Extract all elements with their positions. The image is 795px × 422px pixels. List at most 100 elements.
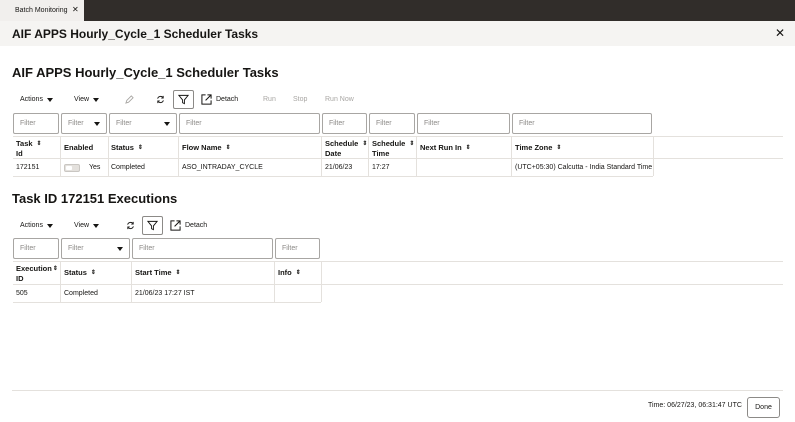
executions-filter-toggle[interactable] xyxy=(142,216,163,235)
filter-execution-status[interactable]: Filter xyxy=(61,238,130,259)
col-header-label: Next Run In xyxy=(420,143,462,152)
tab-strip: Batch Monitoring ✕ xyxy=(0,0,795,21)
filter-info[interactable]: Filter xyxy=(275,238,320,259)
filter-schedule-time[interactable]: Filter xyxy=(369,113,415,134)
chevron-down-icon xyxy=(46,97,53,102)
filter-task-id[interactable]: Filter xyxy=(13,113,59,134)
filter-placeholder: Filter xyxy=(68,245,84,252)
executions-refresh-button[interactable] xyxy=(126,221,135,230)
col-header-schedule-time[interactable]: Schedule ⇕ Time xyxy=(372,139,414,158)
executions-section-title: Task ID 172151 Executions xyxy=(12,191,178,206)
chevron-down-icon xyxy=(93,97,100,102)
col-header-next-run-in[interactable]: Next Run In ⇕ xyxy=(420,143,471,153)
col-header-label: Status xyxy=(64,268,87,277)
run-now-button[interactable]: Run Now xyxy=(325,96,354,103)
cell-execution-status: Completed xyxy=(64,290,98,297)
tab-batch-monitoring[interactable]: Batch Monitoring ✕ xyxy=(0,0,84,21)
filter-status[interactable]: Filter xyxy=(109,113,177,134)
col-header-start-time[interactable]: Start Time ⇕ xyxy=(135,268,181,278)
col-header-enabled[interactable]: Enabled xyxy=(64,143,93,152)
col-divider xyxy=(368,136,369,176)
dialog-header: AIF APPS Hourly_Cycle_1 Scheduler Tasks … xyxy=(0,21,795,46)
filter-enabled[interactable]: Filter xyxy=(61,113,107,134)
filter-icon xyxy=(147,220,158,231)
cell-schedule-date: 21/06/23 xyxy=(325,164,353,171)
tasks-filter-toggle[interactable] xyxy=(173,90,194,109)
col-header-line: ID xyxy=(16,273,24,283)
detach-icon xyxy=(170,220,181,231)
col-divider xyxy=(274,261,275,302)
col-header-execution-status[interactable]: Status ⇕ xyxy=(64,268,96,278)
sort-icon: ⇕ xyxy=(175,269,181,276)
filter-placeholder: Filter xyxy=(424,120,440,127)
col-header-label: Start Time xyxy=(135,268,172,277)
col-divider xyxy=(131,261,132,302)
detach-icon xyxy=(201,94,212,105)
divider xyxy=(13,284,783,285)
done-button[interactable]: Done xyxy=(747,397,780,418)
filter-placeholder: Filter xyxy=(139,245,155,252)
sort-icon: ⇕ xyxy=(362,140,368,147)
cell-enabled: Yes xyxy=(89,164,101,171)
col-header-line: Schedule xyxy=(372,139,406,148)
refresh-icon xyxy=(157,95,164,104)
col-header-flow-name[interactable]: Flow Name ⇕ xyxy=(182,143,231,153)
filter-next-run-in[interactable]: Filter xyxy=(417,113,510,134)
close-dialog-icon[interactable]: ✕ xyxy=(775,27,785,39)
view-label: View xyxy=(74,222,90,229)
col-header-time-zone[interactable]: Time Zone ⇕ xyxy=(515,143,561,153)
chevron-down-icon xyxy=(164,122,170,126)
col-header-status[interactable]: Status ⇕ xyxy=(111,143,143,153)
footer-divider xyxy=(12,390,783,391)
col-header-schedule-date[interactable]: Schedule ⇕ Date xyxy=(325,139,367,158)
tasks-actions-menu[interactable]: Actions xyxy=(20,96,53,103)
col-header-info[interactable]: Info ⇕ xyxy=(278,268,301,278)
col-header-label: Time Zone xyxy=(515,143,553,152)
view-label: View xyxy=(74,96,90,103)
filter-time-zone[interactable]: Filter xyxy=(512,113,652,134)
executions-actions-menu[interactable]: Actions xyxy=(20,222,53,229)
divider xyxy=(13,261,783,262)
divider xyxy=(13,176,653,177)
divider xyxy=(13,136,783,137)
filter-placeholder: Filter xyxy=(329,120,345,127)
tasks-edit-button[interactable] xyxy=(125,95,134,104)
run-button[interactable]: Run xyxy=(263,96,276,103)
divider xyxy=(13,158,783,159)
sort-icon: ⇕ xyxy=(295,269,301,276)
filter-schedule-date[interactable]: Filter xyxy=(322,113,367,134)
tasks-refresh-button[interactable] xyxy=(156,95,165,104)
tasks-detach-button[interactable]: Detach xyxy=(201,94,238,105)
actions-label: Actions xyxy=(20,96,43,103)
col-header-label: Enabled xyxy=(64,143,94,152)
filter-placeholder: Filter xyxy=(376,120,392,127)
close-tab-icon[interactable]: ✕ xyxy=(72,5,79,15)
filter-placeholder: Filter xyxy=(68,120,84,127)
col-divider xyxy=(178,136,179,176)
enabled-toggle[interactable] xyxy=(64,164,80,172)
cell-status: Completed xyxy=(111,164,145,171)
sort-icon: ⇕ xyxy=(556,144,562,151)
tasks-view-menu[interactable]: View xyxy=(74,96,100,103)
col-divider xyxy=(321,136,322,176)
col-header-task-id[interactable]: Task ⇕ Id xyxy=(16,139,42,158)
sort-icon: ⇕ xyxy=(90,269,96,276)
executions-detach-button[interactable]: Detach xyxy=(170,220,207,231)
filter-icon xyxy=(178,94,189,105)
filter-start-time[interactable]: Filter xyxy=(132,238,273,259)
col-header-execution-id[interactable]: Execution⇕ ID xyxy=(16,264,58,283)
chevron-down-icon xyxy=(46,223,53,228)
cell-schedule-time: 17:27 xyxy=(372,164,390,171)
filter-execution-id[interactable]: Filter xyxy=(13,238,59,259)
filter-flow-name[interactable]: Filter xyxy=(179,113,320,134)
stop-button[interactable]: Stop xyxy=(293,96,307,103)
filter-placeholder: Filter xyxy=(116,120,132,127)
actions-label: Actions xyxy=(20,222,43,229)
col-header-label: Flow Name xyxy=(182,143,222,152)
filter-placeholder: Filter xyxy=(186,120,202,127)
filter-placeholder: Filter xyxy=(20,120,36,127)
col-divider xyxy=(416,136,417,176)
executions-view-menu[interactable]: View xyxy=(74,222,100,229)
refresh-icon xyxy=(127,221,134,230)
sort-icon: ⇕ xyxy=(225,144,231,151)
